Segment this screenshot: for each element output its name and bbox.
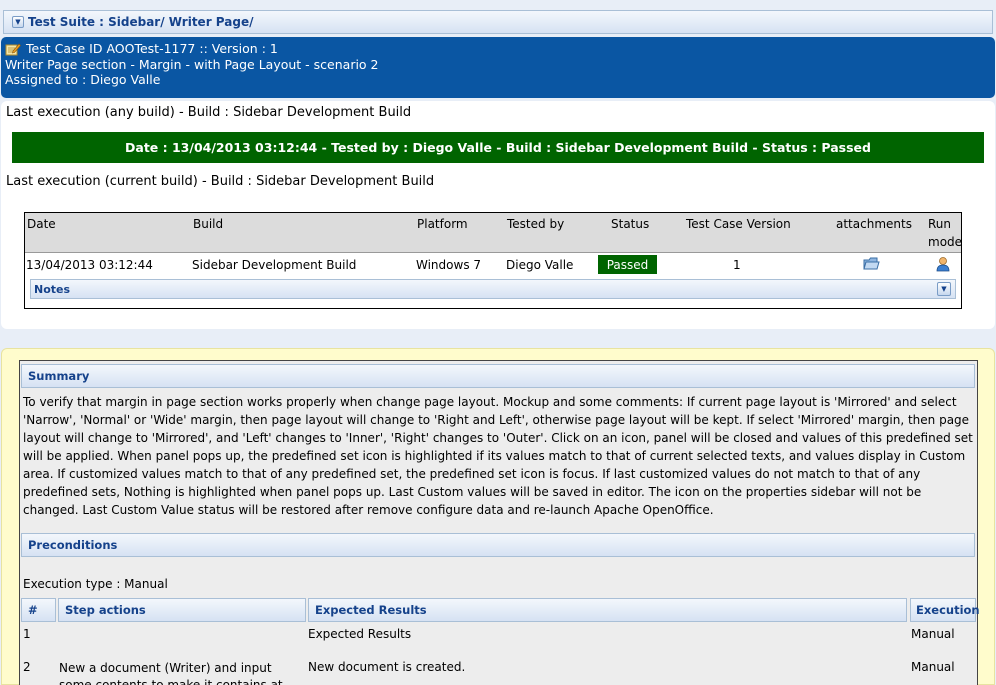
- step-number-header: #: [21, 598, 56, 622]
- row-build: Sidebar Development Build: [192, 258, 357, 272]
- step-number-label: #: [28, 603, 38, 617]
- expected-results-label: Expected Results: [315, 603, 427, 617]
- notes-label: Notes: [34, 282, 71, 296]
- execution-table-header: Date Build Platform Tested by Status Tes…: [25, 213, 963, 253]
- summary-header: Summary: [21, 364, 975, 388]
- test-suite-title: Test Suite : Sidebar/ Writer Page/: [28, 15, 254, 29]
- col-platform: Platform: [417, 217, 468, 231]
- step-2-action: New a document (Writer) and input some c…: [59, 661, 283, 685]
- col-date: Date: [27, 217, 56, 231]
- test-case-header: Test Case ID AOOTest-1177 :: Version : 1…: [1, 37, 995, 98]
- test-case-id: Test Case ID AOOTest-1177 :: Version : 1: [26, 41, 278, 56]
- summary-label: Summary: [28, 369, 90, 383]
- col-build: Build: [193, 217, 224, 231]
- step-2-number: 2: [23, 660, 31, 674]
- notes-bar[interactable]: Notes ▼: [30, 279, 956, 299]
- step-1-execution: Manual: [911, 627, 955, 641]
- preconditions-header: Preconditions: [21, 533, 975, 557]
- col-tc-version: Test Case Version: [686, 217, 791, 231]
- col-run: Run: [928, 217, 952, 231]
- attachment-folder-icon[interactable]: [863, 256, 880, 271]
- step-2-execution: Manual: [911, 660, 955, 674]
- step-actions-label: Step actions: [65, 603, 146, 617]
- passed-banner-text: Date : 13/04/2013 03:12:44 - Tested by :…: [125, 140, 871, 155]
- step-2-expected: New document is created.: [308, 660, 466, 674]
- test-suite-bar[interactable]: ▼ Test Suite : Sidebar/ Writer Page/: [3, 10, 993, 34]
- col-tested-by: Tested by: [507, 217, 565, 231]
- last-execution-current-build: Last execution (current build) - Build :…: [6, 174, 435, 189]
- step-1-number: 1: [23, 627, 31, 641]
- manual-run-user-icon[interactable]: [935, 256, 951, 272]
- edit-test-case-icon[interactable]: [5, 42, 21, 56]
- row-tc-version: 1: [733, 258, 741, 272]
- execution-header: Execution: [910, 598, 980, 622]
- collapse-icon[interactable]: ▼: [12, 16, 24, 28]
- summary-text: To verify that margin in page section wo…: [23, 395, 973, 517]
- execution-type: Execution type : Manual: [23, 577, 168, 591]
- status-badge-text: Passed: [606, 257, 649, 272]
- step-actions-header: Step actions: [58, 598, 306, 622]
- status-badge: Passed: [598, 255, 657, 274]
- col-status: Status: [611, 217, 650, 231]
- step-1-expected: Expected Results: [308, 627, 412, 641]
- col-attachments: attachments: [836, 217, 912, 231]
- test-case-name: Writer Page section - Margin - with Page…: [5, 56, 379, 72]
- execution-table: Date Build Platform Tested by Status Tes…: [24, 212, 962, 309]
- last-execution-any-build: Last execution (any build) - Build : Sid…: [6, 105, 412, 120]
- test-spec-content: Summary To verify that margin in page se…: [19, 360, 980, 685]
- expected-results-header: Expected Results: [308, 598, 907, 622]
- row-platform: Windows 7: [416, 258, 482, 272]
- col-mode: mode: [928, 235, 963, 249]
- row-tested-by: Diego Valle: [506, 258, 574, 272]
- row-date: 13/04/2013 03:12:44: [26, 258, 153, 272]
- preconditions-label: Preconditions: [28, 538, 118, 552]
- assigned-to: Assigned to : Diego Valle: [5, 72, 161, 87]
- expand-notes-icon[interactable]: ▼: [937, 282, 951, 296]
- passed-status-banner: Date : 13/04/2013 03:12:44 - Tested by :…: [12, 132, 984, 163]
- execution-label: Execution: [916, 603, 980, 617]
